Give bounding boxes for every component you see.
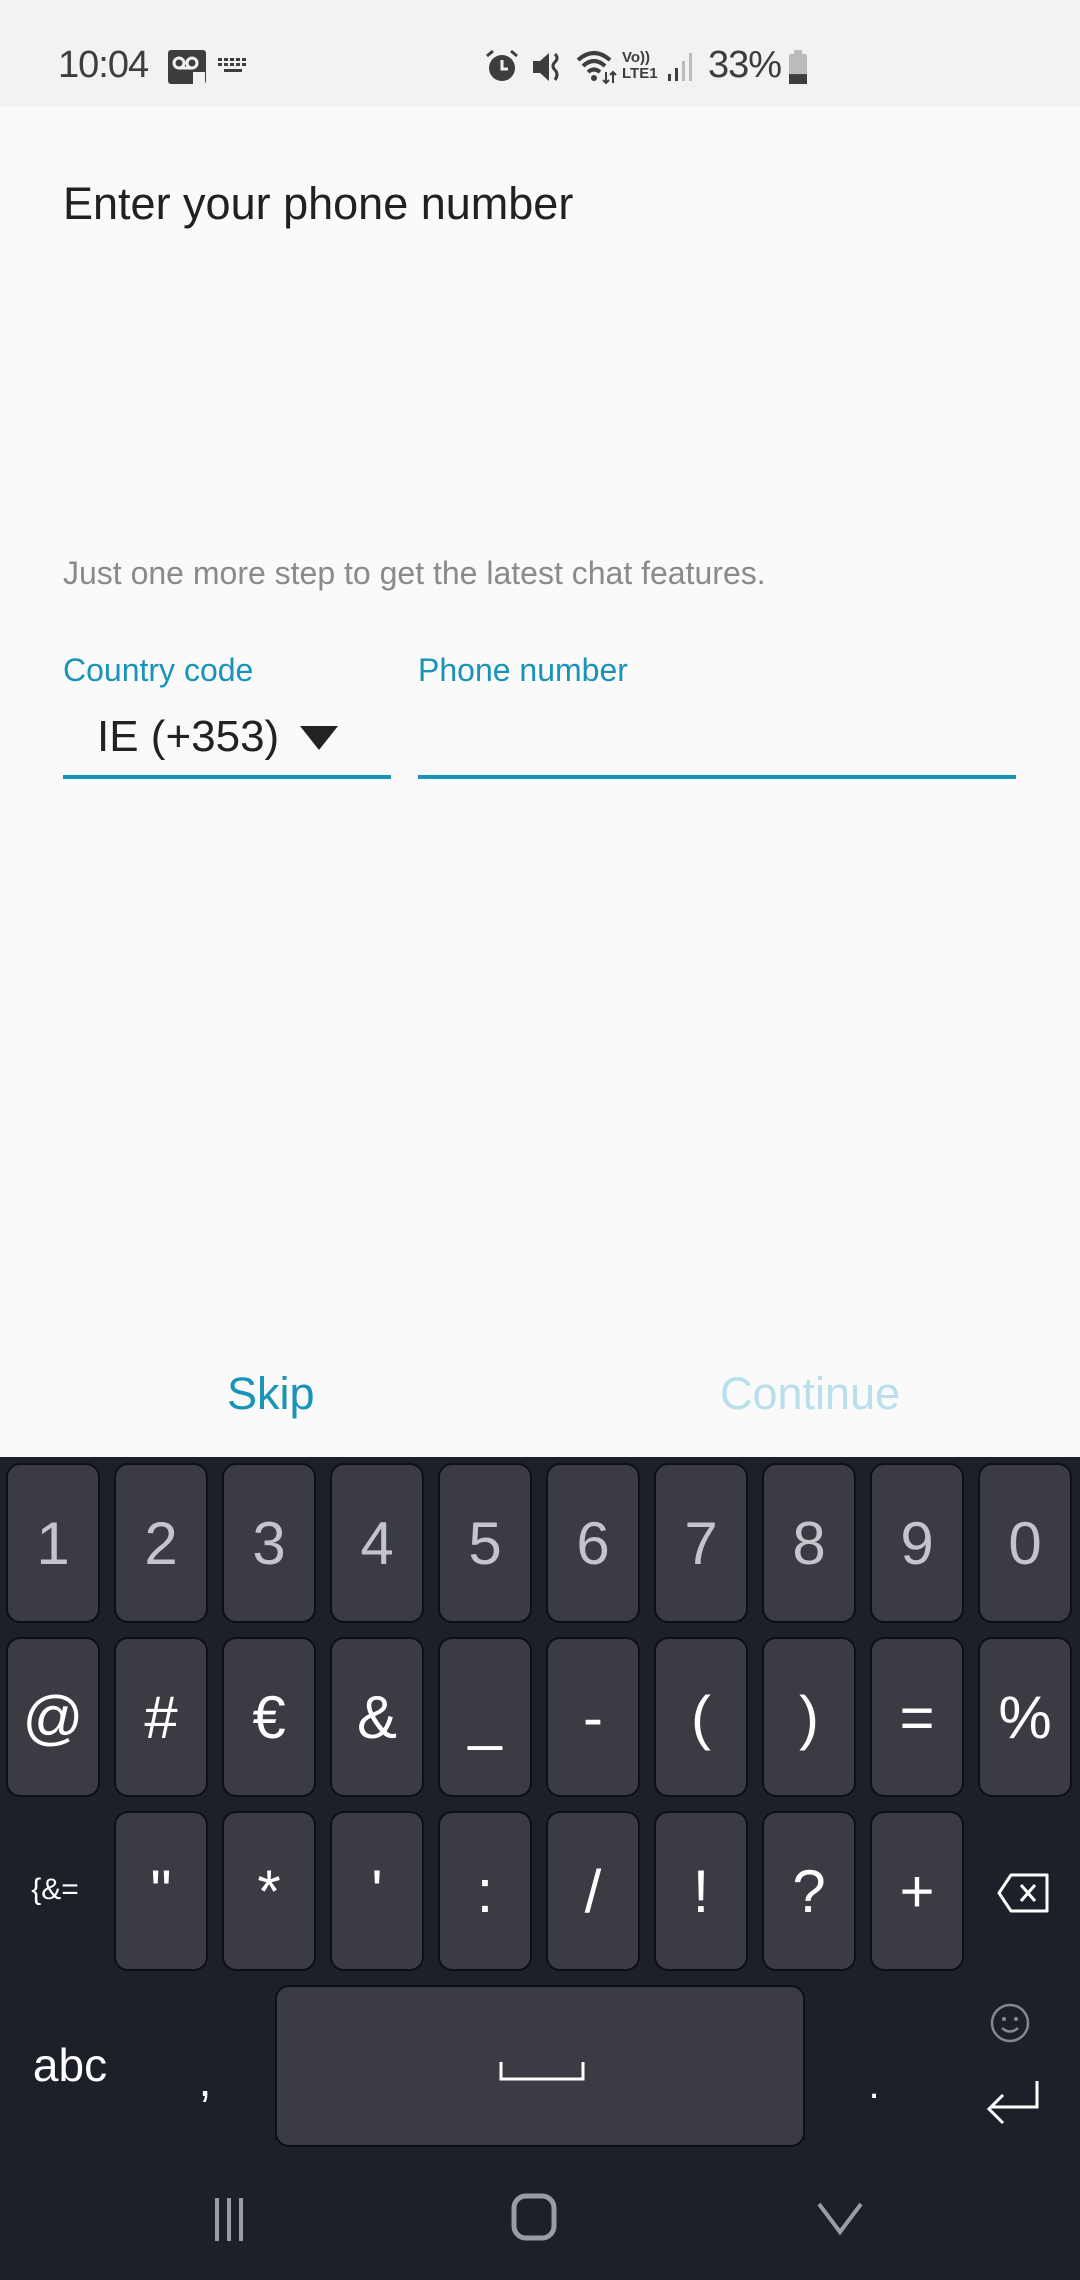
key-symbol[interactable]: = xyxy=(870,1637,964,1797)
symbols-page-toggle-key[interactable]: {&= xyxy=(20,1865,90,1915)
key-7[interactable]: 7 xyxy=(654,1463,748,1623)
battery-icon xyxy=(788,50,808,89)
key-symbol[interactable]: ! xyxy=(654,1811,748,1971)
country-code-underline xyxy=(63,775,391,779)
key-symbol[interactable]: / xyxy=(546,1811,640,1971)
key-symbol[interactable]: % xyxy=(978,1637,1072,1797)
key-symbol[interactable]: ) xyxy=(762,1637,856,1797)
key-symbol[interactable]: @ xyxy=(6,1637,100,1797)
key-symbol[interactable]: + xyxy=(870,1811,964,1971)
backspace-icon xyxy=(997,1873,1049,1913)
skip-button[interactable]: Skip xyxy=(227,1368,315,1420)
phone-number-underline xyxy=(418,775,1016,779)
key-symbol[interactable]: ? xyxy=(762,1811,856,1971)
volte-lte-icon: Vo)) LTE1 xyxy=(622,49,658,82)
dropdown-arrow-icon xyxy=(300,726,338,750)
signal-icon xyxy=(666,52,696,87)
key-symbol[interactable]: # xyxy=(114,1637,208,1797)
recent-apps-button[interactable] xyxy=(205,2195,275,2245)
key-symbol[interactable]: " xyxy=(114,1811,208,1971)
key-symbol[interactable]: € xyxy=(222,1637,316,1797)
emoji-icon xyxy=(990,2003,1030,2043)
continue-button[interactable]: Continue xyxy=(720,1368,900,1420)
alarm-icon xyxy=(484,48,520,89)
abc-key[interactable]: abc xyxy=(20,2035,120,2095)
home-button[interactable] xyxy=(510,2192,570,2248)
key-9[interactable]: 9 xyxy=(870,1463,964,1623)
key-symbol[interactable]: ( xyxy=(654,1637,748,1797)
keyboard-icon xyxy=(218,58,248,81)
key-symbol[interactable]: ' xyxy=(330,1811,424,1971)
key-3[interactable]: 3 xyxy=(222,1463,316,1623)
key-1[interactable]: 1 xyxy=(6,1463,100,1623)
space-key[interactable] xyxy=(275,1985,805,2147)
period-key[interactable]: . xyxy=(848,2060,900,2110)
status-time: 10:04 xyxy=(58,44,149,86)
voicemail-icon xyxy=(168,50,206,89)
mute-icon xyxy=(531,50,565,89)
emoji-key[interactable] xyxy=(980,1993,1040,2053)
backspace-key[interactable] xyxy=(994,1868,1054,1918)
country-code-dropdown[interactable]: IE (+353) xyxy=(63,700,391,779)
enter-key[interactable] xyxy=(980,2068,1050,2138)
key-5[interactable]: 5 xyxy=(438,1463,532,1623)
phone-number-input[interactable] xyxy=(418,700,1020,774)
status-bar: 10:04 Vo)) LTE1 33% xyxy=(0,0,1080,107)
comma-key[interactable]: , xyxy=(180,2045,230,2115)
home-icon xyxy=(511,2193,557,2241)
page-subtitle: Just one more step to get the latest cha… xyxy=(63,555,766,591)
key-symbol[interactable]: : xyxy=(438,1811,532,1971)
phone-number-label: Phone number xyxy=(418,652,628,688)
recent-apps-icon xyxy=(215,2198,243,2241)
battery-percent: 33% xyxy=(708,44,782,86)
key-symbol[interactable]: & xyxy=(330,1637,424,1797)
key-symbol[interactable]: _ xyxy=(438,1637,532,1797)
country-code-value: IE (+353) xyxy=(97,712,280,761)
key-symbol[interactable]: * xyxy=(222,1811,316,1971)
country-code-label: Country code xyxy=(63,652,254,688)
wifi-icon xyxy=(576,50,618,89)
key-symbol[interactable]: - xyxy=(546,1637,640,1797)
key-0[interactable]: 0 xyxy=(978,1463,1072,1623)
page-title: Enter your phone number xyxy=(63,178,574,229)
chevron-down-icon xyxy=(817,2202,863,2236)
enter-icon xyxy=(986,2081,1039,2125)
key-6[interactable]: 6 xyxy=(546,1463,640,1623)
key-2[interactable]: 2 xyxy=(114,1463,208,1623)
key-4[interactable]: 4 xyxy=(330,1463,424,1623)
hide-keyboard-button[interactable] xyxy=(815,2200,875,2240)
space-icon xyxy=(499,2062,585,2081)
key-8[interactable]: 8 xyxy=(762,1463,856,1623)
